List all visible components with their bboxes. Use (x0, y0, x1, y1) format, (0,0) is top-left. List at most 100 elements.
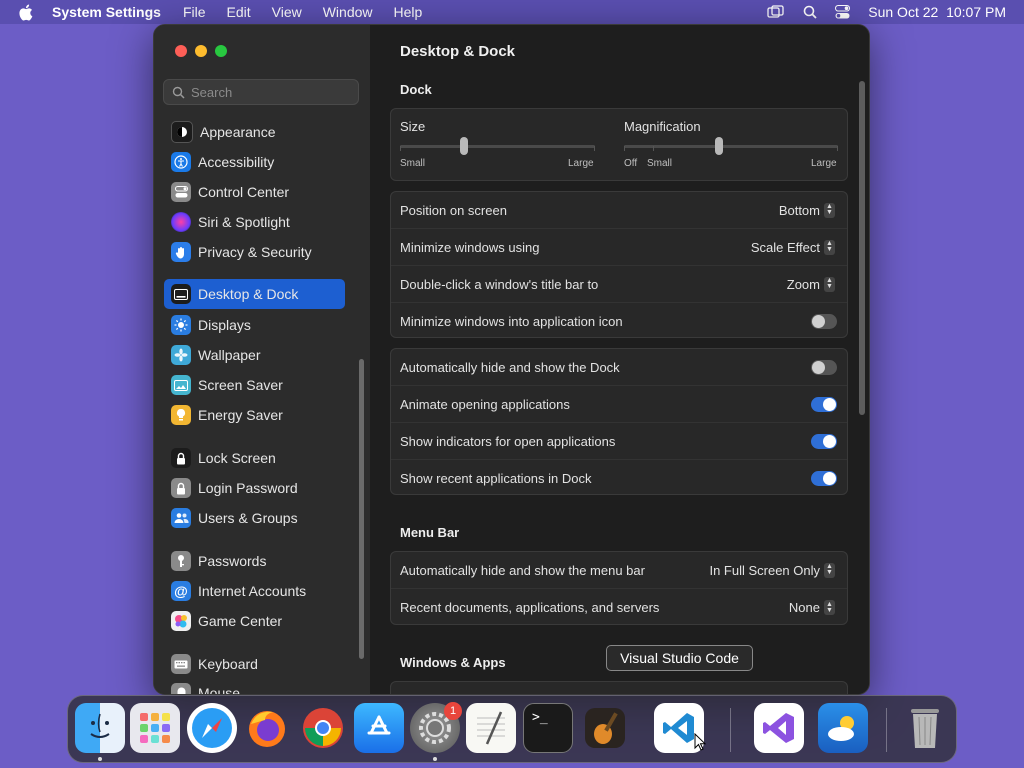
screen-mirroring-icon[interactable] (767, 5, 785, 19)
updown-icon: ▲ ▼ (824, 239, 835, 255)
apple-icon[interactable] (18, 4, 36, 21)
sidebar-item-label: Keyboard (198, 656, 258, 672)
sidebar-item-label: Internet Accounts (198, 583, 307, 599)
chrome-icon[interactable] (298, 703, 348, 753)
menu-view[interactable]: View (272, 4, 302, 20)
popup-value: Scale Effect (750, 239, 820, 255)
appearance-icon (171, 121, 193, 143)
minimize-using-row: Minimize windows using Scale Effect ▲ ▼ (391, 229, 847, 266)
popup-value: None (788, 600, 820, 615)
menu-window[interactable]: Window (323, 4, 373, 20)
row-label: Automatically hide and show the menu bar (400, 562, 645, 578)
launchpad-icon[interactable] (130, 703, 180, 753)
minimize-effect-popup[interactable]: Scale Effect ▲ ▼ (750, 239, 835, 255)
size-slider-track[interactable] (400, 145, 595, 148)
windows-apps-group (390, 681, 848, 694)
zoom-button[interactable] (215, 45, 227, 57)
section-title-dock: Dock (400, 82, 432, 97)
close-button[interactable] (175, 45, 187, 57)
sidebar-item-users-groups[interactable]: Users & Groups (164, 504, 344, 532)
search-field[interactable]: Search (163, 79, 359, 105)
sidebar-item-mouse[interactable]: Mouse (164, 679, 344, 694)
show-recent-row: Show recent applications in Dock (391, 460, 847, 497)
users-icon (171, 508, 191, 528)
autohide-menubar-row: Automatically hide and show the menu bar… (391, 552, 847, 589)
sidebar-scrollbar[interactable] (359, 359, 364, 659)
terminal-icon[interactable]: >_ (523, 703, 573, 753)
sidebar-item-passwords[interactable]: Passwords (164, 547, 344, 575)
sidebar-item-accessibility[interactable]: Accessibility (164, 148, 344, 176)
at-icon: @ (171, 581, 191, 601)
menu-app-name[interactable]: System Settings (52, 4, 161, 20)
search-icon (172, 86, 185, 99)
position-popup[interactable]: Bottom ▲ ▼ (779, 202, 835, 218)
sidebar-item-control-center[interactable]: Control Center (164, 178, 344, 206)
sidebar-item-energy-saver[interactable]: Energy Saver (164, 401, 344, 429)
sidebar-item-game-center[interactable]: Game Center (164, 607, 344, 635)
content-scrollbar[interactable] (859, 81, 865, 415)
dock-toggles-group: Automatically hide and show the Dock Ani… (390, 348, 848, 495)
sidebar-item-label: Accessibility (198, 154, 275, 170)
row-label: Automatically hide and show the Dock (400, 359, 620, 375)
firefox-icon[interactable] (242, 703, 292, 753)
autohide-dock-toggle[interactable] (811, 359, 837, 375)
sidebar-item-login-password[interactable]: Login Password (164, 474, 344, 502)
sidebar-item-lock-screen[interactable]: Lock Screen (164, 444, 344, 472)
minimize-into-icon-row: Minimize windows into application icon (391, 303, 847, 340)
sidebar-item-siri-spotlight[interactable]: Siri & Spotlight (164, 208, 344, 236)
sidebar-item-appearance[interactable]: Appearance (164, 118, 344, 146)
app-store-icon[interactable] (354, 703, 404, 753)
sidebar-item-wallpaper[interactable]: Wallpaper (164, 341, 344, 369)
row-label: Double-click a window's title bar to (400, 276, 599, 292)
siri-icon (171, 212, 191, 232)
weather-icon[interactable] (818, 703, 868, 753)
visual-studio-icon[interactable] (754, 703, 804, 753)
sidebar-item-label: Appearance (200, 124, 276, 140)
sidebar-item-keyboard[interactable]: Keyboard (164, 650, 344, 678)
sidebar-item-label: Users & Groups (198, 510, 298, 526)
menu-edit[interactable]: Edit (227, 4, 251, 20)
magnification-slider-thumb[interactable] (715, 137, 723, 155)
menubar-datetime[interactable]: Sun Oct 22 10:07 PM (868, 4, 1006, 20)
sidebar-item-internet-accounts[interactable]: @ Internet Accounts (164, 577, 344, 605)
magnification-min-label: Small (647, 158, 673, 169)
show-recent-toggle[interactable] (811, 471, 837, 486)
double-click-popup[interactable]: Zoom ▲ ▼ (786, 276, 835, 292)
updown-icon: ▲ ▼ (824, 276, 835, 292)
row-label: Minimize windows into application icon (400, 314, 623, 329)
show-indicators-toggle[interactable] (811, 433, 837, 449)
autohide-dock-row: Automatically hide and show the Dock (391, 349, 847, 386)
safari-icon[interactable] (187, 703, 237, 753)
spotlight-search-icon[interactable] (803, 5, 817, 19)
updown-icon: ▲ ▼ (824, 562, 835, 578)
popup-value: Zoom (786, 276, 820, 292)
row-label: Position on screen (400, 202, 507, 218)
sidebar-item-privacy-security[interactable]: Privacy & Security (164, 238, 344, 266)
trash-icon[interactable] (900, 703, 950, 753)
sidebar-item-screen-saver[interactable]: Screen Saver (164, 371, 344, 399)
magnification-off-label: Off (624, 158, 638, 169)
size-label: Size (400, 119, 426, 134)
menu-file[interactable]: File (183, 4, 206, 20)
displays-icon (171, 315, 191, 335)
minimize-button[interactable] (195, 45, 207, 57)
finder-icon[interactable] (75, 703, 125, 753)
textedit-icon[interactable] (466, 703, 516, 753)
minimize-into-icon-toggle[interactable] (811, 314, 837, 329)
magnification-slider-track[interactable] (624, 145, 838, 148)
sidebar-item-label: Passwords (198, 553, 267, 569)
screen-saver-icon (171, 375, 191, 395)
sidebar-item-label: Game Center (198, 613, 283, 629)
sidebar-item-label: Control Center (198, 184, 290, 200)
recent-documents-popup[interactable]: None ▲ ▼ (789, 600, 835, 615)
animate-opening-toggle[interactable] (811, 396, 837, 412)
autohide-menubar-popup[interactable]: In Full Screen Only ▲ ▼ (709, 562, 835, 578)
garageband-icon[interactable] (580, 703, 630, 753)
control-center-icon[interactable] (835, 5, 851, 19)
menu-help[interactable]: Help (394, 4, 423, 20)
sidebar-item-desktop-dock[interactable]: Desktop & Dock (164, 279, 345, 309)
size-slider-thumb[interactable] (460, 137, 468, 155)
content-pane: Desktop & Dock Dock Size Small Large Mag… (370, 25, 869, 694)
sidebar-item-displays[interactable]: Displays (164, 311, 344, 339)
magnification-max-label: Large (811, 158, 837, 169)
